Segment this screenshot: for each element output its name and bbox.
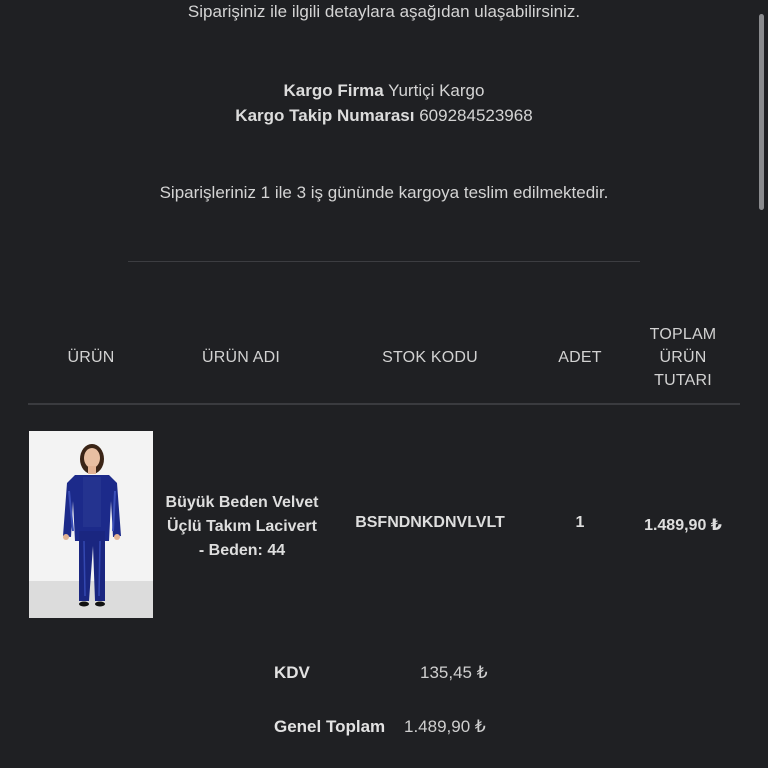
header-total: TOPLAM ÜRÜN TUTARI: [633, 323, 733, 392]
shipping-info: Kargo Firma Yurtiçi Kargo Kargo Takip Nu…: [0, 78, 768, 128]
tracking-line: Kargo Takip Numarası 609284523968: [0, 103, 768, 128]
grand-total-value: 1.489,90 ₺: [404, 717, 486, 736]
header-total-line3: TUTARI: [654, 372, 712, 389]
carrier-value: Yurtiçi Kargo: [388, 81, 485, 100]
order-email-page: Siparişiniz ile ilgili detaylara aşağıda…: [0, 0, 768, 768]
line-total-cell: 1.489,90 ₺: [644, 517, 722, 534]
table-header-divider: [28, 403, 740, 405]
section-divider: [128, 261, 640, 262]
vat-value: 135,45 ₺: [420, 663, 488, 682]
carrier-line: Kargo Firma Yurtiçi Kargo: [0, 78, 768, 103]
product-name-line3: - Beden: 44: [198, 542, 286, 559]
header-total-line1: TOPLAM: [649, 326, 717, 343]
tracking-label: Kargo Takip Numarası: [235, 106, 415, 125]
carrier-label: Kargo Firma: [283, 81, 384, 100]
vertical-scrollbar[interactable]: [759, 14, 764, 210]
product-photo-velvet-suit-icon: [29, 431, 153, 618]
header-total-line2: ÜRÜN: [659, 349, 707, 366]
product-name-cell: Büyük Beden Velvet Üçlü Takım Lacivert -…: [152, 491, 332, 563]
vat-label: KDV: [274, 663, 310, 682]
intro-text: Siparişiniz ile ilgili detaylara aşağıda…: [187, 2, 581, 21]
product-name-line1: Büyük Beden Velvet: [165, 494, 319, 511]
product-image[interactable]: [29, 431, 153, 618]
grand-total-label: Genel Toplam: [274, 717, 386, 736]
stock-code-cell: BSFNDNKDNVLVLT: [355, 514, 505, 531]
header-stock-code: STOK KODU: [382, 349, 478, 366]
header-product-name: ÜRÜN ADI: [201, 349, 281, 366]
quantity-cell: 1: [575, 514, 585, 531]
delivery-note: Siparişleriniz 1 ile 3 iş gününde kargoy…: [159, 183, 609, 202]
tracking-number[interactable]: 609284523968: [419, 106, 532, 125]
header-quantity: ADET: [558, 349, 602, 366]
product-name-line2: Üçlü Takım Lacivert: [167, 518, 317, 535]
header-product: ÜRÜN: [67, 349, 115, 366]
